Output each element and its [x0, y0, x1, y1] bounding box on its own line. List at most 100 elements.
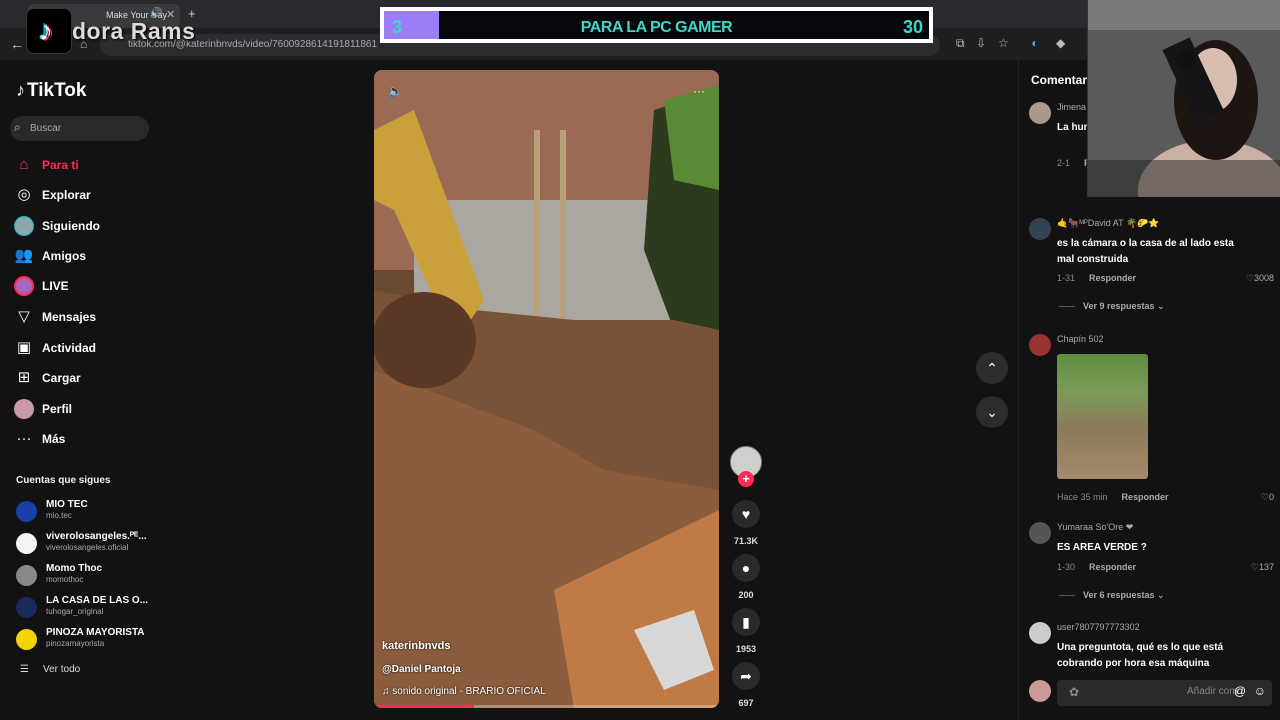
home-icon: ⌂ [19, 156, 29, 173]
save-button[interactable]: ▮ [732, 608, 760, 636]
account-handle: tuhogar_original [46, 607, 104, 616]
account-name: MIO TEC [46, 499, 88, 510]
list-icon: ☰ [20, 664, 29, 675]
goal-label: PARA LA PC GAMER [580, 19, 733, 36]
nav-actividad[interactable]: ▣ Actividad [14, 338, 154, 360]
see-all-link[interactable]: ☰ Ver todo [20, 664, 80, 675]
goal-target: 30 [902, 17, 923, 37]
followed-account[interactable]: MIO TEC mio.tec [16, 499, 156, 523]
nav-label: Más [42, 432, 66, 446]
mention-icon[interactable]: @ [1234, 684, 1246, 698]
sticker-icon[interactable]: ✿ [1069, 685, 1079, 699]
comment-user[interactable]: Jimena [1057, 102, 1086, 112]
followed-account[interactable]: Momo Thoc momothoc [16, 563, 156, 587]
nav-label: Actividad [42, 341, 97, 355]
comment-date: 2-1 [1057, 158, 1071, 168]
extension-diamond-icon[interactable]: ◆ [1056, 36, 1065, 50]
next-video-button[interactable]: ⌄ [976, 396, 1008, 428]
comment-item: user7807797773302 Una preguntota, qué es… [1029, 622, 1274, 670]
nav-label: Amigos [42, 249, 87, 263]
comment-image[interactable] [1057, 354, 1148, 479]
activity-icon: ▣ [16, 339, 32, 356]
comment-likes[interactable]: ♡3008 [1246, 273, 1274, 284]
comment-meta: Hace 35 min Responder [1057, 492, 1169, 502]
nav-explorar[interactable]: ◎ Explorar [14, 185, 154, 207]
emoji-icon[interactable]: ☺ [1254, 684, 1266, 698]
upload-icon: ⊞ [17, 369, 31, 386]
reply-button[interactable]: Responder [1122, 492, 1169, 502]
avatar [16, 501, 37, 522]
comment-text: es la cámara o la casa de al lado esta m… [1057, 238, 1234, 265]
profile-icon [14, 399, 34, 419]
avatar[interactable] [1029, 334, 1051, 356]
nav-label: Siguiendo [42, 219, 100, 233]
comment-icon: ● [741, 560, 751, 576]
comment-item: Yumaraa So'Ore ❤ ES AREA VERDE ? 1-30 Res… [1029, 522, 1274, 612]
comment-meta: 1-31 Responder [1057, 273, 1136, 283]
comment-composer: ✿ Añadir comentario... @ ☺ [1029, 680, 1274, 708]
see-all-label: Ver todo [42, 664, 81, 675]
avatar[interactable] [1029, 522, 1051, 544]
like-button[interactable]: ♥ [732, 500, 760, 528]
nav-amigos[interactable]: 👥 Amigos [14, 246, 154, 268]
nav-siguiendo[interactable]: Siguiendo [14, 216, 154, 238]
bookmark-icon: ▮ [742, 614, 750, 630]
search-box[interactable]: ⌕ [10, 116, 149, 141]
sound-name: sonido original - BRARIO OFICIAL [392, 686, 546, 697]
video-player[interactable]: 🔈 ··· katerinbnvds @Daniel Pantoja ♫ son… [374, 70, 719, 708]
video-progress-bar[interactable] [374, 705, 719, 708]
more-options-icon[interactable]: ··· [693, 84, 705, 98]
back-arrow-icon[interactable]: ← [10, 36, 24, 52]
video-progress-fill [374, 705, 475, 708]
comment-input[interactable]: ✿ Añadir comentario... @ ☺ [1057, 680, 1272, 706]
translate-icon[interactable]: ⧉ [956, 36, 965, 51]
followed-account[interactable]: viverolosangeles.ᴾᴱ... viverolosangeles.… [16, 531, 156, 555]
bookmark-star-icon[interactable]: ☆ [998, 36, 1009, 50]
install-icon[interactable]: ⇩ [976, 36, 986, 50]
comment-button[interactable]: ● [732, 554, 760, 582]
followed-account[interactable]: PINOZA MAYORISTA pinozamayorista [16, 627, 156, 651]
comment-user[interactable]: Yumaraa So'Ore ❤ [1057, 522, 1133, 533]
nav-cargar[interactable]: ⊞ Cargar [14, 368, 154, 390]
view-replies[interactable]: Ver 6 respuestas ⌄ [1059, 590, 1165, 601]
nav-label: Explorar [42, 188, 91, 202]
nav-para-ti[interactable]: ⌂ Para ti [14, 155, 154, 177]
comment-user[interactable]: user7807797773302 [1057, 622, 1140, 632]
nav-live[interactable]: LIVE [14, 276, 154, 298]
video-mention[interactable]: @Daniel Pantoja [382, 664, 461, 675]
avatar[interactable] [1029, 102, 1051, 124]
account-name: LA CASA DE LAS O... [46, 595, 149, 606]
follow-plus-button[interactable]: + [738, 471, 754, 487]
comment-likes[interactable]: ♡0 [1261, 492, 1274, 503]
tiktok-note-icon: ♪ [16, 80, 25, 100]
nav-label: Mensajes [42, 310, 97, 324]
goal-bar: 3 PARA LA PC GAMER 30 [380, 7, 933, 43]
comment-user[interactable]: 🤙🐂ᴹᴾDavid AT 🌴🌮⭐ [1057, 218, 1160, 229]
tiktok-logo-badge: ♪ [26, 8, 72, 54]
nav-mas[interactable]: ··· Más [14, 429, 154, 451]
volume-icon[interactable]: 🔈 [388, 84, 403, 98]
heart-outline-icon: ♡ [1245, 273, 1254, 283]
tiktok-logo[interactable]: ♪ TikTok [16, 80, 86, 102]
chevron-up-icon: ⌃ [986, 360, 998, 376]
share-count: 697 [738, 698, 754, 708]
search-icon: ⌕ [14, 120, 21, 134]
comment-likes[interactable]: ♡137 [1251, 562, 1274, 573]
view-replies[interactable]: Ver 9 respuestas ⌄ [1059, 301, 1165, 312]
video-author[interactable]: katerinbnvds [382, 640, 450, 652]
more-icon: ··· [16, 430, 32, 447]
nav-mensajes[interactable]: ▽ Mensajes [14, 307, 154, 329]
comment-count: 200 [738, 590, 754, 600]
followed-account[interactable]: LA CASA DE LAS O... tuhogar_original [16, 595, 156, 619]
avatar[interactable] [1029, 218, 1051, 240]
reply-button[interactable]: Responder [1089, 273, 1136, 283]
share-button[interactable]: ➦ [732, 662, 760, 690]
extension-icon[interactable]: ◖ [1030, 36, 1037, 50]
search-input[interactable] [30, 116, 144, 141]
comment-user[interactable]: Chapín 502 [1057, 334, 1104, 344]
avatar[interactable] [1029, 622, 1051, 644]
video-sound[interactable]: ♫ sonido original - BRARIO OFICIAL [382, 686, 546, 697]
reply-button[interactable]: Responder [1089, 562, 1136, 572]
nav-perfil[interactable]: Perfil [14, 399, 154, 421]
previous-video-button[interactable]: ⌃ [976, 352, 1008, 384]
